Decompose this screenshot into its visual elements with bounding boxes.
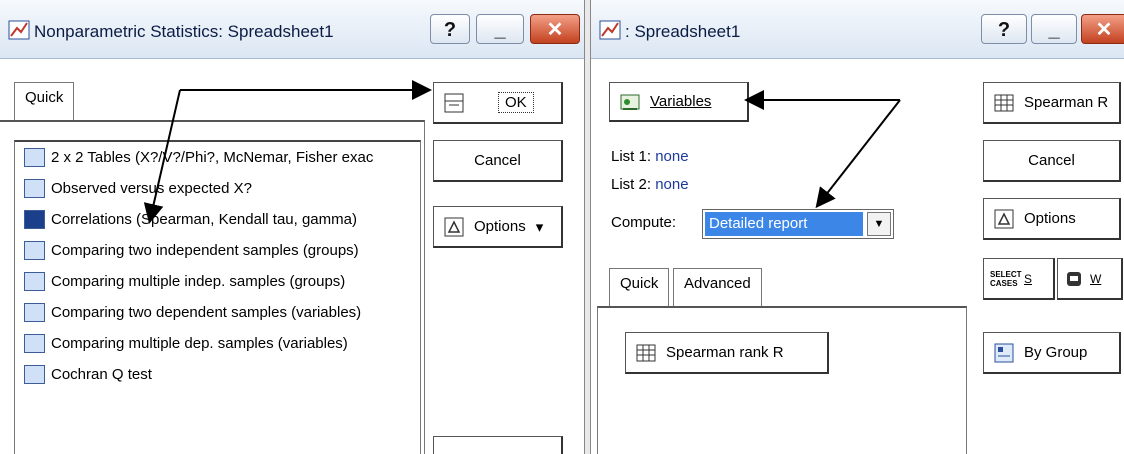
- compute-select[interactable]: Detailed report ▼: [702, 209, 894, 239]
- s-label: S: [1024, 271, 1033, 286]
- list-item[interactable]: Comparing two dependent samples (variabl…: [15, 297, 420, 328]
- list1-value: none: [655, 148, 689, 165]
- list2-value: none: [655, 176, 689, 193]
- analysis-list[interactable]: 2 x 2 Tables (X?/V?/Phi?, McNemar, Fishe…: [14, 140, 421, 454]
- list1-label: List 1:: [611, 148, 652, 165]
- list2-row: List 2: none: [611, 176, 689, 193]
- title-bar[interactable]: : Spreadsheet1 ? _ ✕: [591, 0, 1124, 59]
- list-item[interactable]: 2 x 2 Tables (X?/V?/Phi?, McNemar, Fishe…: [15, 142, 420, 173]
- observed-expected-icon: [24, 179, 45, 198]
- statistica-app-icon: [599, 20, 621, 40]
- dependent-samples-icon: [24, 303, 45, 322]
- multiple-dep-samples-icon: [24, 334, 45, 353]
- variables-button[interactable]: Variables: [609, 82, 749, 122]
- quick-tab-panel: [597, 306, 967, 454]
- select-cases-button[interactable]: SELECT CASES S: [983, 258, 1055, 300]
- spearman-rank-button[interactable]: Spearman rank R: [625, 332, 829, 374]
- statistica-app-icon: [8, 20, 30, 40]
- help-button[interactable]: ?: [981, 14, 1027, 44]
- list-item[interactable]: Observed versus expected X?: [15, 173, 420, 204]
- tab-advanced[interactable]: Advanced: [673, 268, 762, 306]
- weights-icon: [1067, 271, 1081, 286]
- cancel-button[interactable]: Cancel: [983, 140, 1121, 182]
- options-label: Options: [1024, 210, 1076, 227]
- weights-button[interactable]: W: [1057, 258, 1123, 300]
- partial-button[interactable]: [433, 436, 563, 454]
- spearman-r-label: Spearman R: [1024, 94, 1109, 111]
- spearman-r-button[interactable]: Spearman R: [983, 82, 1121, 124]
- list-item[interactable]: Cochran Q test: [15, 359, 420, 390]
- multiple-indep-samples-icon: [24, 272, 45, 291]
- by-group-button[interactable]: By Group: [983, 332, 1121, 374]
- list-item[interactable]: Comparing two independent samples (group…: [15, 235, 420, 266]
- spreadsheet-dialog-window: : Spreadsheet1 ? _ ✕ Variables List 1: n…: [591, 0, 1124, 454]
- spearman-grid-icon: [636, 344, 656, 361]
- list1-row: List 1: none: [611, 148, 689, 165]
- minimize-button[interactable]: _: [1031, 14, 1077, 44]
- tab-quick[interactable]: Quick: [609, 268, 670, 306]
- list-item[interactable]: Comparing multiple indep. samples (group…: [15, 266, 420, 297]
- close-button[interactable]: ✕: [530, 14, 580, 44]
- ok-button[interactable]: OK: [433, 82, 563, 124]
- spearman-grid-icon: [994, 94, 1014, 111]
- chevron-down-icon[interactable]: ▼: [867, 212, 891, 236]
- cancel-label: Cancel: [474, 152, 521, 169]
- by-group-label: By Group: [1024, 344, 1088, 361]
- help-button[interactable]: ?: [430, 14, 470, 44]
- window-title: Nonparametric Statistics: Spreadsheet1: [34, 22, 334, 41]
- list2-label: List 2:: [611, 176, 652, 193]
- tab-quick[interactable]: Quick: [14, 82, 75, 120]
- variables-label: Variables: [650, 93, 712, 110]
- window-title: : Spreadsheet1: [625, 22, 741, 41]
- independent-samples-icon: [24, 241, 45, 260]
- compute-value: Detailed report: [705, 212, 863, 236]
- cancel-label: Cancel: [1028, 152, 1075, 169]
- w-label: W: [1090, 271, 1102, 286]
- ok-label: OK: [498, 92, 534, 113]
- spearman-rank-label: Spearman rank R: [666, 344, 784, 361]
- select-cases-icon: SELECT CASES: [990, 269, 1022, 288]
- correlations-icon: [24, 210, 45, 229]
- nonparametric-statistics-window: Nonparametric Statistics: Spreadsheet1 ?…: [0, 0, 584, 454]
- table-2x2-icon: [24, 148, 45, 167]
- compute-label: Compute:: [611, 214, 677, 231]
- close-button[interactable]: ✕: [1081, 14, 1124, 44]
- variables-icon: [620, 94, 640, 110]
- title-bar[interactable]: Nonparametric Statistics: Spreadsheet1 ?…: [0, 0, 584, 59]
- cancel-button[interactable]: Cancel: [433, 140, 563, 182]
- options-icon: [994, 209, 1014, 228]
- ok-dialog-icon: [444, 93, 464, 112]
- list-item-correlations[interactable]: Correlations (Spearman, Kendall tau, gam…: [15, 204, 420, 235]
- by-group-icon: [994, 343, 1014, 362]
- options-icon: [444, 217, 464, 236]
- cochran-q-icon: [24, 365, 45, 384]
- minimize-button[interactable]: _: [476, 14, 524, 44]
- options-dropdown-icon: ▾: [535, 218, 544, 236]
- window-divider: [584, 0, 591, 454]
- options-label: Options: [474, 218, 526, 235]
- options-button[interactable]: Options: [983, 198, 1121, 240]
- list-item[interactable]: Comparing multiple dep. samples (variabl…: [15, 328, 420, 359]
- options-button[interactable]: Options ▾: [433, 206, 563, 248]
